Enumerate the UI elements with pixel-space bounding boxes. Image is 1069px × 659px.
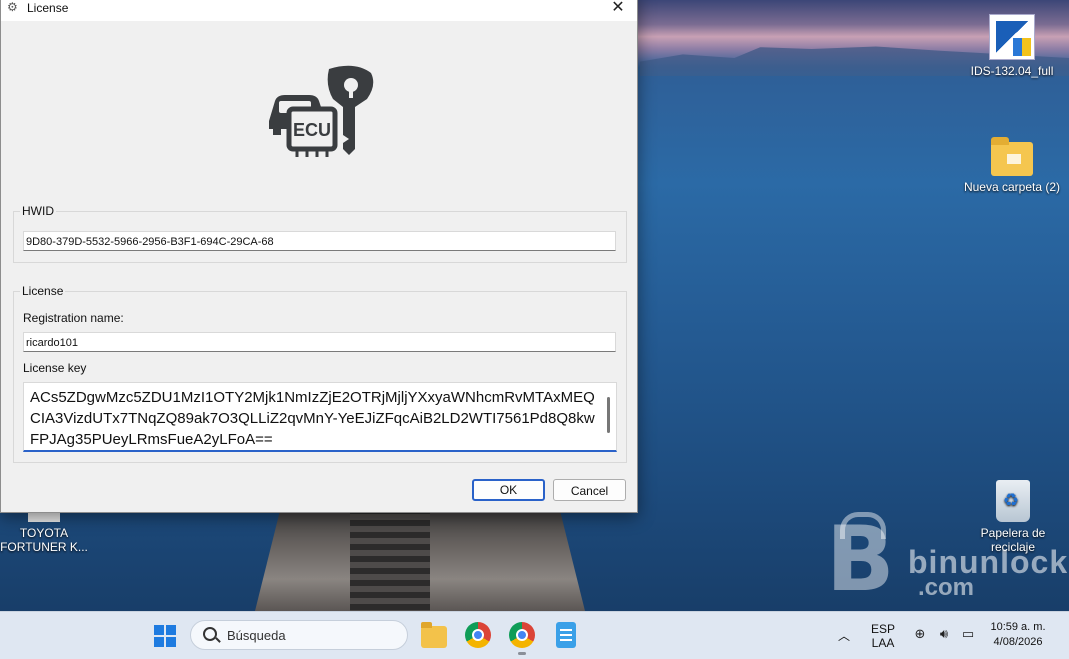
taskbar: Búsqueda ︿ ESP LAA ⊕ 🔊︎ ▭ 10:59 a. m. 4/… xyxy=(0,611,1069,659)
ecu-key-logo-icon: ECU xyxy=(269,65,374,157)
desktop-icon-label: Nueva carpeta (2) xyxy=(963,180,1061,194)
app-icon: ⚙ xyxy=(7,0,18,14)
language-line1: ESP xyxy=(870,622,895,636)
windows-start-icon[interactable] xyxy=(154,625,176,647)
network-globe-icon[interactable]: ⊕ xyxy=(912,627,928,643)
logo-text: ECU xyxy=(293,120,331,140)
license-key-label: License key xyxy=(23,361,87,375)
language-indicator[interactable]: ESP LAA xyxy=(870,622,896,650)
running-indicator xyxy=(518,652,526,655)
license-key-field[interactable]: ACs5ZDgwMzc5ZDU1MzI1OTY2Mjk1NmIzZjE2OTRj… xyxy=(23,382,617,452)
dialog-title: License xyxy=(27,1,69,15)
watermark-b-logo: B xyxy=(826,507,895,611)
chrome-profile-icon[interactable] xyxy=(509,622,535,648)
license-key-text: ACs5ZDgwMzc5ZDU1MzI1OTY2Mjk1NmIzZjE2OTRj… xyxy=(30,389,595,448)
volume-icon[interactable]: 🔊︎ xyxy=(936,627,952,643)
hwid-group-label: HWID xyxy=(20,204,56,218)
desktop-icon-label: TOYOTA FORTUNER K... xyxy=(0,526,88,554)
registration-name-field[interactable]: ricardo101 xyxy=(23,332,616,352)
search-icon xyxy=(203,627,217,641)
pier-steps-background xyxy=(350,508,430,611)
desktop-icon-folder[interactable]: Nueva carpeta (2) xyxy=(962,136,1062,194)
registration-name-label: Registration name: xyxy=(23,311,124,325)
desktop-icon-toyota[interactable]: TOYOTA FORTUNER K... xyxy=(0,508,94,554)
watermark-domain: .com xyxy=(918,574,975,601)
hwid-field[interactable]: 9D80-379D-5532-5966-2956-B3F1-694C-29CA-… xyxy=(23,231,616,251)
taskbar-search[interactable]: Búsqueda xyxy=(190,620,408,650)
ok-button[interactable]: OK xyxy=(472,479,545,501)
clock-date: 4/08/2026 xyxy=(993,636,1043,648)
folder-icon xyxy=(991,137,1033,176)
desktop-icon-label: IDS-132.04_full xyxy=(970,64,1054,78)
battery-icon[interactable]: ▭ xyxy=(960,627,976,643)
desktop-icon-ids[interactable]: IDS-132.04_full xyxy=(962,14,1062,78)
license-key-scrollbar[interactable] xyxy=(607,397,610,433)
chrome-icon[interactable] xyxy=(465,622,491,648)
file-explorer-icon[interactable] xyxy=(421,622,447,648)
license-dialog: ⚙ License ✕ ECU HWID 9D80-379D-5532-5966… xyxy=(0,0,638,513)
cancel-button[interactable]: Cancel xyxy=(553,479,626,501)
search-placeholder: Búsqueda xyxy=(227,628,286,643)
ids-app-icon xyxy=(989,14,1035,60)
dialog-titlebar[interactable]: ⚙ License ✕ xyxy=(1,0,637,21)
chevron-up-icon[interactable]: ︿ xyxy=(838,627,850,644)
notepad-icon[interactable] xyxy=(556,622,576,648)
license-group-label: License xyxy=(20,284,66,298)
watermark: B binunlock .com xyxy=(796,507,1067,611)
clock-time: 10:59 a. m. xyxy=(990,621,1046,633)
close-button[interactable]: ✕ xyxy=(605,0,631,19)
clock[interactable]: 10:59 a. m. 4/08/2026 xyxy=(986,620,1050,650)
language-line2: LAA xyxy=(871,636,895,650)
